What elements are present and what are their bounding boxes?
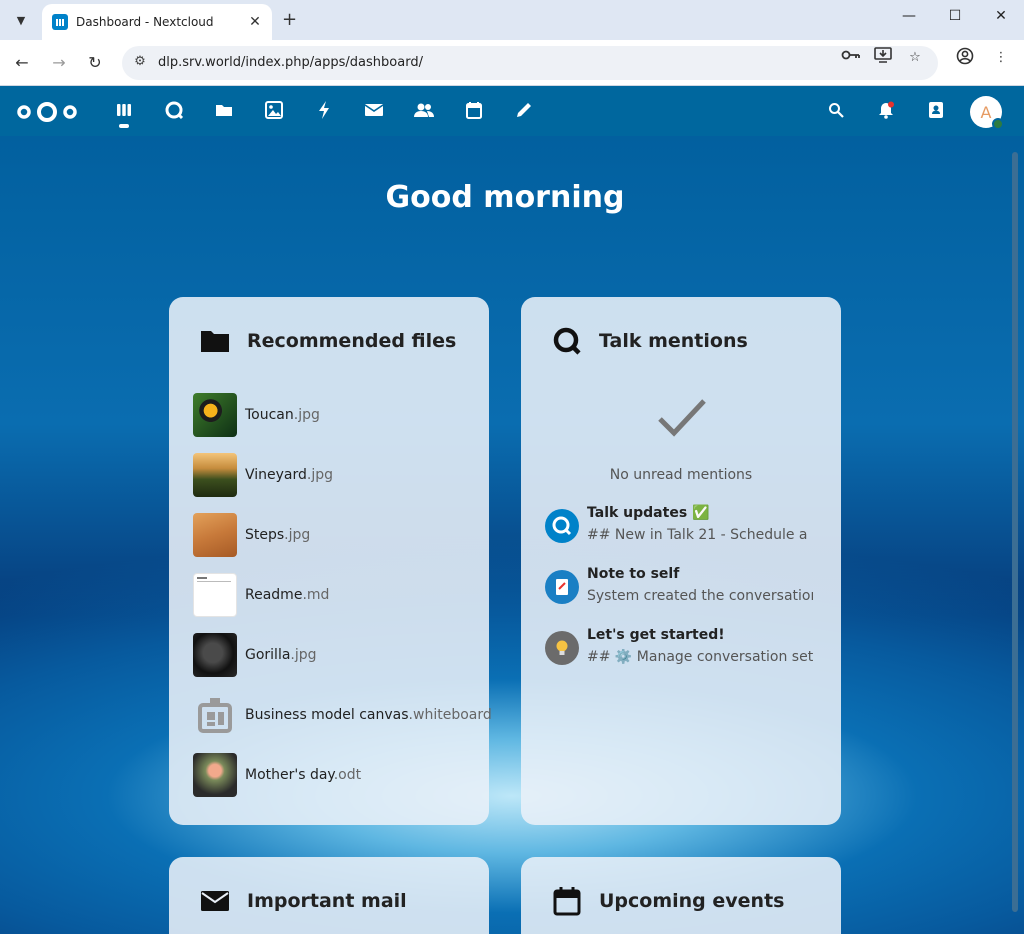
- conversation-item[interactable]: Talk updates ✅ ## New in Talk 21 - Sched…: [545, 505, 825, 549]
- page-scrollbar[interactable]: [1012, 152, 1018, 912]
- conversation-message: ## New in Talk 21 - Schedule a ...: [587, 527, 813, 543]
- contacts-app-icon[interactable]: [413, 99, 435, 121]
- important-mail-panel: Important mail: [169, 857, 489, 934]
- file-name: Steps.jpg: [245, 527, 311, 543]
- conversation-message: System created the conversation: [587, 588, 813, 604]
- file-item[interactable]: Business model canvas.whiteboard: [193, 693, 492, 737]
- browser-tab[interactable]: Dashboard - Nextcloud ✕: [42, 4, 272, 40]
- conversation-name: Let's get started!: [587, 627, 725, 643]
- file-name: Vineyard.jpg: [245, 467, 334, 483]
- notifications-bell-icon[interactable]: [875, 99, 897, 121]
- photos-app-icon[interactable]: [263, 99, 285, 121]
- activity-app-icon[interactable]: [313, 99, 335, 121]
- conversation-item[interactable]: Note to self System created the conversa…: [545, 566, 825, 610]
- file-thumbnail: [193, 753, 237, 797]
- site-info-icon[interactable]: ⚙: [130, 52, 150, 72]
- online-status-indicator: [992, 118, 1004, 130]
- nextcloud-header: A: [0, 86, 1024, 136]
- browser-tab-bar: ▼ Dashboard - Nextcloud ✕ + — ☐ ✕: [0, 0, 1024, 40]
- file-name: Readme.md: [245, 587, 330, 603]
- panel-title: Talk mentions: [599, 330, 748, 352]
- url-text[interactable]: dlp.srv.world/index.php/apps/dashboard/: [158, 55, 423, 70]
- maximize-icon[interactable]: ☐: [932, 8, 978, 24]
- file-name: Mother's day.odt: [245, 767, 362, 783]
- panel-title: Important mail: [247, 890, 407, 912]
- whiteboard-icon: [193, 693, 237, 737]
- upcoming-events-panel: Upcoming events: [521, 857, 841, 934]
- address-bar[interactable]: ⚙ dlp.srv.world/index.php/apps/dashboard…: [122, 46, 938, 80]
- file-item[interactable]: Toucan.jpg: [193, 393, 483, 437]
- file-name: Gorilla.jpg: [245, 647, 317, 663]
- contacts-menu-icon[interactable]: [925, 99, 947, 121]
- recommended-files-panel: Recommended files Toucan.jpg Vineyard.jp…: [169, 297, 492, 825]
- talk-icon: [551, 327, 583, 355]
- tab-title: Dashboard - Nextcloud: [76, 15, 214, 29]
- panel-title: Upcoming events: [599, 890, 785, 912]
- mail-icon: [199, 887, 231, 915]
- profile-icon[interactable]: [954, 47, 976, 69]
- plus-icon[interactable]: +: [282, 9, 297, 30]
- files-app-icon[interactable]: [213, 99, 235, 121]
- greeting-heading: Good morning: [385, 180, 625, 215]
- talk-mentions-panel: Talk mentions No unread mentions Talk up…: [521, 297, 841, 825]
- minimize-icon[interactable]: —: [886, 8, 932, 24]
- calendar-app-icon[interactable]: [463, 99, 485, 121]
- file-thumbnail: [193, 453, 237, 497]
- conversation-message: ## ⚙️ Manage conversation sett...: [587, 649, 813, 665]
- window-close-icon[interactable]: ✕: [978, 8, 1024, 24]
- search-icon[interactable]: [825, 99, 847, 121]
- file-item[interactable]: Mother's day.odt: [193, 753, 483, 797]
- talk-app-icon[interactable]: [163, 99, 185, 121]
- nextcloud-logo-icon[interactable]: [16, 100, 78, 124]
- bookmark-star-icon[interactable]: ☆: [904, 47, 926, 69]
- file-item[interactable]: Steps.jpg: [193, 513, 483, 557]
- chevron-down-icon[interactable]: ▼: [8, 7, 34, 33]
- forward-icon[interactable]: →: [47, 51, 71, 75]
- panel-title: Recommended files: [247, 330, 457, 352]
- mail-app-icon[interactable]: [363, 99, 385, 121]
- browser-menu-icon[interactable]: ⋮: [990, 47, 1012, 69]
- conversation-name: Talk updates ✅: [587, 505, 710, 521]
- tab-close-icon[interactable]: ✕: [244, 14, 266, 30]
- file-thumbnail: [193, 633, 237, 677]
- file-item[interactable]: Gorilla.jpg: [193, 633, 483, 677]
- file-thumbnail: [193, 513, 237, 557]
- dashboard-app-icon[interactable]: [113, 99, 135, 121]
- file-thumbnail: [193, 573, 237, 617]
- lightbulb-icon: [545, 631, 579, 665]
- notes-app-icon[interactable]: [513, 99, 535, 121]
- active-app-indicator: [119, 124, 129, 128]
- install-app-icon[interactable]: [872, 47, 894, 69]
- password-key-icon[interactable]: [840, 47, 862, 69]
- back-icon[interactable]: ←: [10, 51, 34, 75]
- checkmark-icon: [658, 399, 706, 437]
- calendar-icon: [551, 887, 583, 916]
- browser-toolbar: ← → ↻ ⚙ dlp.srv.world/index.php/apps/das…: [0, 40, 1024, 86]
- file-name: Toucan.jpg: [245, 407, 320, 423]
- dashboard-background: [0, 136, 1024, 934]
- file-item[interactable]: Vineyard.jpg: [193, 453, 483, 497]
- file-name: Business model canvas.whiteboard: [245, 707, 492, 723]
- reload-icon[interactable]: ↻: [83, 51, 107, 75]
- file-thumbnail: [193, 393, 237, 437]
- folder-icon: [199, 327, 231, 355]
- empty-state-text: No unread mentions: [609, 467, 753, 483]
- file-item[interactable]: Readme.md: [193, 573, 483, 617]
- note-icon: [545, 570, 579, 604]
- nextcloud-favicon-icon: [52, 14, 68, 30]
- talk-conversation-icon: [545, 509, 579, 543]
- conversation-name: Note to self: [587, 566, 680, 582]
- conversation-item[interactable]: Let's get started! ## ⚙️ Manage conversa…: [545, 627, 825, 671]
